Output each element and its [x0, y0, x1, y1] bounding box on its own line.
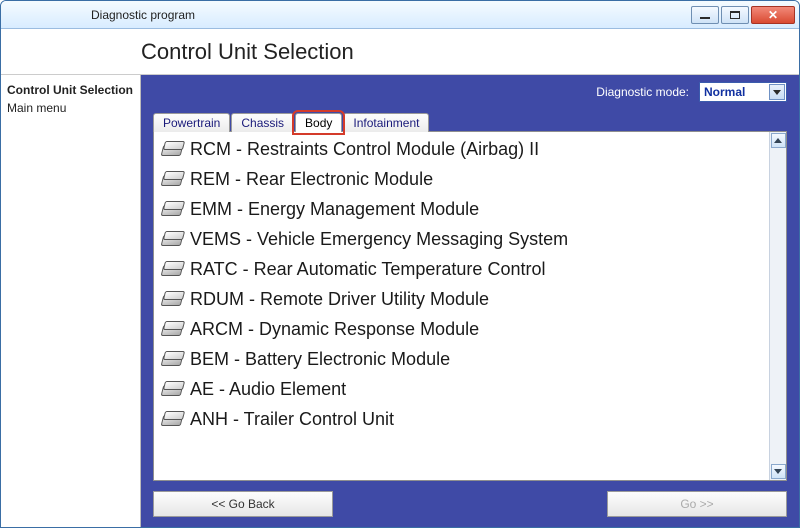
list-item[interactable]: BEM - Battery Electronic Module [156, 344, 767, 374]
page-title: Control Unit Selection [141, 39, 354, 65]
module-label: AE - Audio Element [190, 379, 346, 400]
module-icon [160, 381, 182, 397]
main-panel: Diagnostic mode: Normal Powertrain Chass… [141, 75, 799, 527]
module-icon [160, 171, 182, 187]
titlebar: Diagnostic program ✕ [1, 1, 799, 29]
list-item[interactable]: AE - Audio Element [156, 374, 767, 404]
go-back-button[interactable]: << Go Back [153, 491, 333, 517]
scroll-up-button[interactable] [771, 133, 786, 148]
chevron-down-icon [769, 84, 785, 100]
maximize-button[interactable] [721, 6, 749, 24]
tab-body[interactable]: Body [295, 113, 342, 132]
scrollbar[interactable] [769, 132, 786, 480]
tab-powertrain[interactable]: Powertrain [153, 113, 230, 132]
module-label: RCM - Restraints Control Module (Airbag)… [190, 139, 539, 160]
window-title: Diagnostic program [1, 8, 195, 22]
tab-chassis[interactable]: Chassis [231, 113, 294, 132]
list-item[interactable]: RDUM - Remote Driver Utility Module [156, 284, 767, 314]
diagnostic-mode-row: Diagnostic mode: Normal [141, 75, 799, 109]
tab-infotainment[interactable]: Infotainment [343, 113, 429, 132]
close-button[interactable]: ✕ [751, 6, 795, 24]
list-item[interactable]: EMM - Energy Management Module [156, 194, 767, 224]
diagnostic-mode-label: Diagnostic mode: [596, 85, 689, 99]
module-icon [160, 291, 182, 307]
body: Control Unit Selection Main menu Diagnos… [1, 75, 799, 527]
sidebar-item-main-menu[interactable]: Main menu [7, 99, 134, 117]
module-list: RCM - Restraints Control Module (Airbag)… [154, 132, 769, 480]
module-label: RATC - Rear Automatic Temperature Contro… [190, 259, 545, 280]
diagnostic-mode-select[interactable]: Normal [699, 82, 787, 102]
sidebar: Control Unit Selection Main menu [1, 75, 141, 527]
module-label: ARCM - Dynamic Response Module [190, 319, 479, 340]
module-label: RDUM - Remote Driver Utility Module [190, 289, 489, 310]
module-listbox: RCM - Restraints Control Module (Airbag)… [153, 131, 787, 481]
scroll-track[interactable] [770, 148, 786, 464]
module-icon [160, 351, 182, 367]
minimize-button[interactable] [691, 6, 719, 24]
module-label: EMM - Energy Management Module [190, 199, 479, 220]
list-item[interactable]: ANH - Trailer Control Unit [156, 404, 767, 434]
module-icon [160, 261, 182, 277]
module-icon [160, 321, 182, 337]
module-icon [160, 141, 182, 157]
app-window: Diagnostic program ✕ Control Unit Select… [0, 0, 800, 528]
module-icon [160, 411, 182, 427]
module-label: ANH - Trailer Control Unit [190, 409, 394, 430]
go-button[interactable]: Go >> [607, 491, 787, 517]
scroll-down-button[interactable] [771, 464, 786, 479]
page-header: Control Unit Selection [1, 29, 799, 75]
list-item[interactable]: REM - Rear Electronic Module [156, 164, 767, 194]
diagnostic-mode-value: Normal [704, 85, 745, 99]
window-controls: ✕ [691, 6, 795, 24]
module-label: VEMS - Vehicle Emergency Messaging Syste… [190, 229, 568, 250]
sidebar-item-control-unit[interactable]: Control Unit Selection [7, 81, 134, 99]
list-item[interactable]: RCM - Restraints Control Module (Airbag)… [156, 134, 767, 164]
module-label: BEM - Battery Electronic Module [190, 349, 450, 370]
module-icon [160, 231, 182, 247]
list-item[interactable]: ARCM - Dynamic Response Module [156, 314, 767, 344]
footer: << Go Back Go >> [141, 487, 799, 527]
module-panel: Powertrain Chassis Body Infotainment RCM… [153, 109, 787, 481]
module-icon [160, 201, 182, 217]
module-label: REM - Rear Electronic Module [190, 169, 433, 190]
list-item[interactable]: RATC - Rear Automatic Temperature Contro… [156, 254, 767, 284]
tab-strip: Powertrain Chassis Body Infotainment [153, 109, 787, 131]
list-item[interactable]: VEMS - Vehicle Emergency Messaging Syste… [156, 224, 767, 254]
